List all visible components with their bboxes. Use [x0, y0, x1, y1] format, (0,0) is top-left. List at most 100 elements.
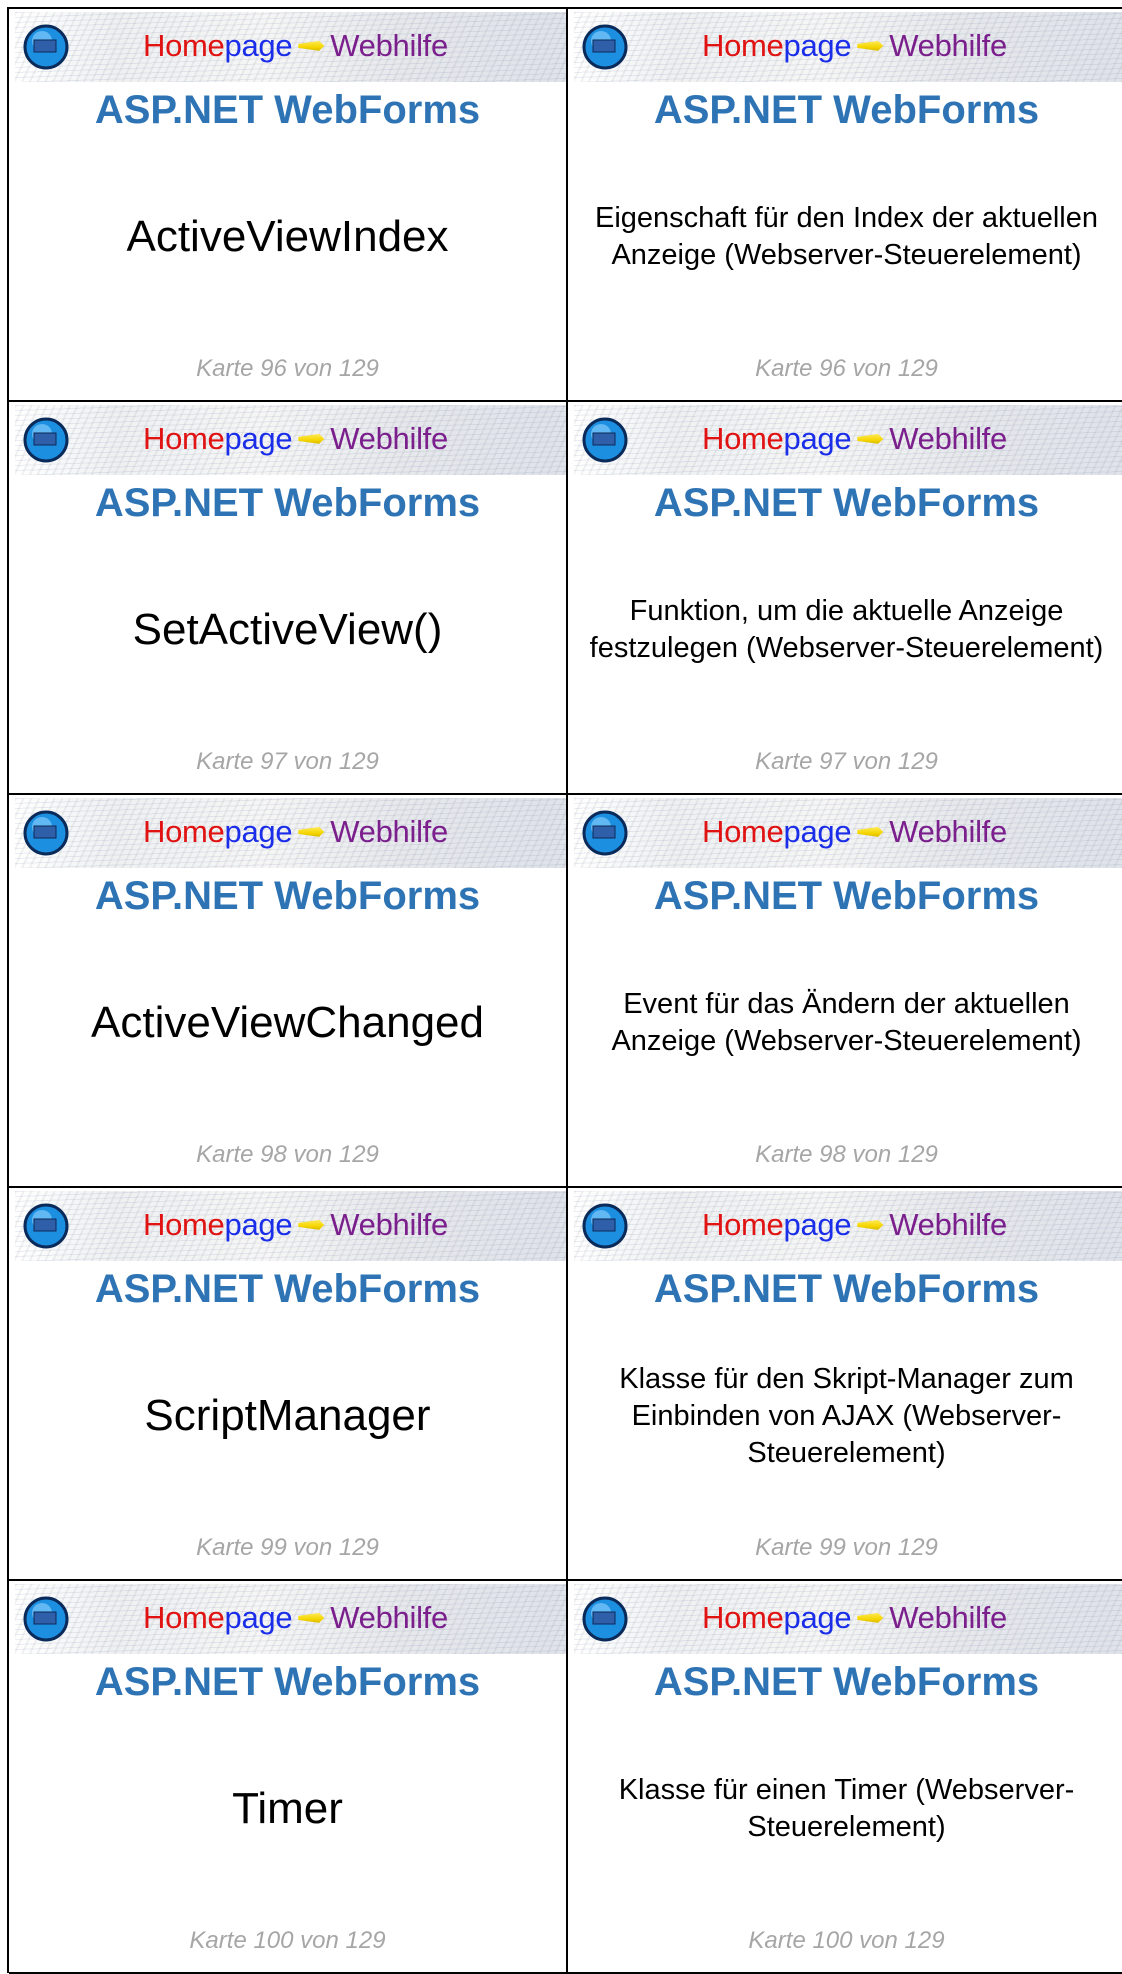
homepage-webhilfe-logo-icon	[23, 24, 69, 70]
banner-title: Homepage Webhilfe	[702, 1205, 1007, 1245]
banner-title: Homepage Webhilfe	[143, 1598, 448, 1638]
homepage-webhilfe-logo-icon	[23, 1203, 69, 1249]
card-definition: Event für das Ändern der aktuellen Anzei…	[611, 988, 1082, 1057]
card-front: Homepage Webhilfe ASP.NET WebForms Script…	[9, 1188, 568, 1581]
banner-title: Homepage Webhilfe	[143, 419, 448, 459]
card-counter: Karte 100 von 129	[189, 1927, 386, 1954]
banner-webhilfe: Webhilfe	[330, 814, 448, 849]
banner-webhilfe: Webhilfe	[889, 1600, 1007, 1635]
banner-home-a: Home	[143, 814, 225, 849]
card-back: Homepage Webhilfe ASP.NET WebForms Event …	[568, 795, 1122, 1188]
pencil-icon	[298, 433, 325, 444]
banner-home-b: page	[224, 28, 293, 63]
card-counter: Karte 96 von 129	[755, 355, 938, 382]
pencil-icon	[298, 40, 325, 51]
card-counter: Karte 99 von 129	[196, 1534, 379, 1561]
banner-home-a: Home	[702, 1600, 784, 1635]
card-back: Homepage Webhilfe ASP.NET WebForms Klasse…	[568, 1581, 1122, 1974]
banner-home-b: page	[783, 28, 852, 63]
banner-home-b: page	[224, 1600, 293, 1635]
card-heading: ASP.NET WebForms	[94, 1267, 481, 1311]
card-term: ScriptManager	[144, 1391, 431, 1440]
banner-home-b: page	[783, 814, 852, 849]
banner-webhilfe: Webhilfe	[330, 421, 448, 456]
banner: Homepage Webhilfe	[574, 405, 1122, 475]
banner-home-b: page	[783, 421, 852, 456]
banner-webhilfe: Webhilfe	[889, 28, 1007, 63]
pencil-icon	[298, 826, 325, 837]
card-heading: ASP.NET WebForms	[94, 481, 481, 525]
card-counter: Karte 97 von 129	[196, 748, 379, 775]
banner-home-a: Home	[702, 28, 784, 63]
banner-webhilfe: Webhilfe	[330, 1600, 448, 1635]
banner: Homepage Webhilfe	[574, 798, 1122, 868]
banner-webhilfe: Webhilfe	[330, 1207, 448, 1242]
banner-home-b: page	[224, 1207, 293, 1242]
homepage-webhilfe-logo-icon	[582, 24, 628, 70]
banner: Homepage Webhilfe	[15, 798, 566, 868]
card-front: Homepage Webhilfe ASP.NET WebForms Active…	[9, 795, 568, 1188]
card-counter: Karte 98 von 129	[755, 1141, 938, 1168]
banner-webhilfe: Webhilfe	[889, 814, 1007, 849]
banner-home-a: Home	[702, 421, 784, 456]
card-term: Timer	[232, 1784, 343, 1833]
card-definition: Eigenschaft für den Index der aktuellen …	[595, 202, 1098, 271]
banner-title: Homepage Webhilfe	[702, 812, 1007, 852]
card-counter: Karte 100 von 129	[748, 1927, 945, 1954]
banner-home-b: page	[783, 1600, 852, 1635]
banner: Homepage Webhilfe	[15, 1584, 566, 1654]
banner: Homepage Webhilfe	[574, 1191, 1122, 1261]
pencil-icon	[857, 1612, 884, 1623]
flashcard-sheet: Homepage Webhilfe ASP.NET WebForms Active…	[7, 7, 1122, 1974]
banner: Homepage Webhilfe	[574, 1584, 1122, 1654]
card-front: Homepage Webhilfe ASP.NET WebForms Active…	[9, 9, 568, 402]
homepage-webhilfe-logo-icon	[582, 417, 628, 463]
card-front: Homepage Webhilfe ASP.NET WebForms Timer …	[9, 1581, 568, 1974]
banner-title: Homepage Webhilfe	[702, 26, 1007, 66]
card-heading: ASP.NET WebForms	[94, 88, 481, 132]
banner: Homepage Webhilfe	[574, 12, 1122, 82]
homepage-webhilfe-logo-icon	[23, 417, 69, 463]
pencil-icon	[857, 826, 884, 837]
homepage-webhilfe-logo-icon	[23, 810, 69, 856]
banner: Homepage Webhilfe	[15, 405, 566, 475]
pencil-icon	[298, 1219, 325, 1230]
banner: Homepage Webhilfe	[15, 12, 566, 82]
card-term: ActiveViewIndex	[126, 212, 449, 261]
card-definition: Klasse für den Skript-Manager zum Einbin…	[619, 1362, 1074, 1469]
card-heading: ASP.NET WebForms	[94, 1660, 481, 1704]
card-heading: ASP.NET WebForms	[653, 481, 1040, 525]
banner-webhilfe: Webhilfe	[330, 28, 448, 63]
homepage-webhilfe-logo-icon	[582, 1596, 628, 1642]
homepage-webhilfe-logo-icon	[582, 1203, 628, 1249]
card-heading: ASP.NET WebForms	[653, 1660, 1040, 1704]
banner-webhilfe: Webhilfe	[889, 421, 1007, 456]
card-back: Homepage Webhilfe ASP.NET WebForms Eigens…	[568, 9, 1122, 402]
banner-title: Homepage Webhilfe	[702, 1598, 1007, 1638]
banner-title: Homepage Webhilfe	[143, 812, 448, 852]
card-heading: ASP.NET WebForms	[653, 88, 1040, 132]
banner-home-b: page	[783, 1207, 852, 1242]
banner-title: Homepage Webhilfe	[143, 26, 448, 66]
banner-home-a: Home	[143, 28, 225, 63]
card-counter: Karte 98 von 129	[196, 1141, 379, 1168]
banner-webhilfe: Webhilfe	[889, 1207, 1007, 1242]
card-definition: Klasse für einen Timer (Webserver-Steuer…	[618, 1774, 1075, 1843]
card-heading: ASP.NET WebForms	[653, 1267, 1040, 1311]
homepage-webhilfe-logo-icon	[23, 1596, 69, 1642]
banner-home-a: Home	[143, 1207, 225, 1242]
banner-home-a: Home	[143, 1600, 225, 1635]
banner-title: Homepage Webhilfe	[702, 419, 1007, 459]
banner-home-b: page	[224, 421, 293, 456]
banner-home-b: page	[224, 814, 293, 849]
banner-home-a: Home	[702, 814, 784, 849]
pencil-icon	[857, 40, 884, 51]
card-counter: Karte 99 von 129	[755, 1534, 938, 1561]
card-term: ActiveViewChanged	[91, 998, 484, 1047]
card-counter: Karte 96 von 129	[196, 355, 379, 382]
card-front: Homepage Webhilfe ASP.NET WebForms SetAct…	[9, 402, 568, 795]
card-counter: Karte 97 von 129	[755, 748, 938, 775]
banner: Homepage Webhilfe	[15, 1191, 566, 1261]
pencil-icon	[857, 433, 884, 444]
banner-home-a: Home	[143, 421, 225, 456]
